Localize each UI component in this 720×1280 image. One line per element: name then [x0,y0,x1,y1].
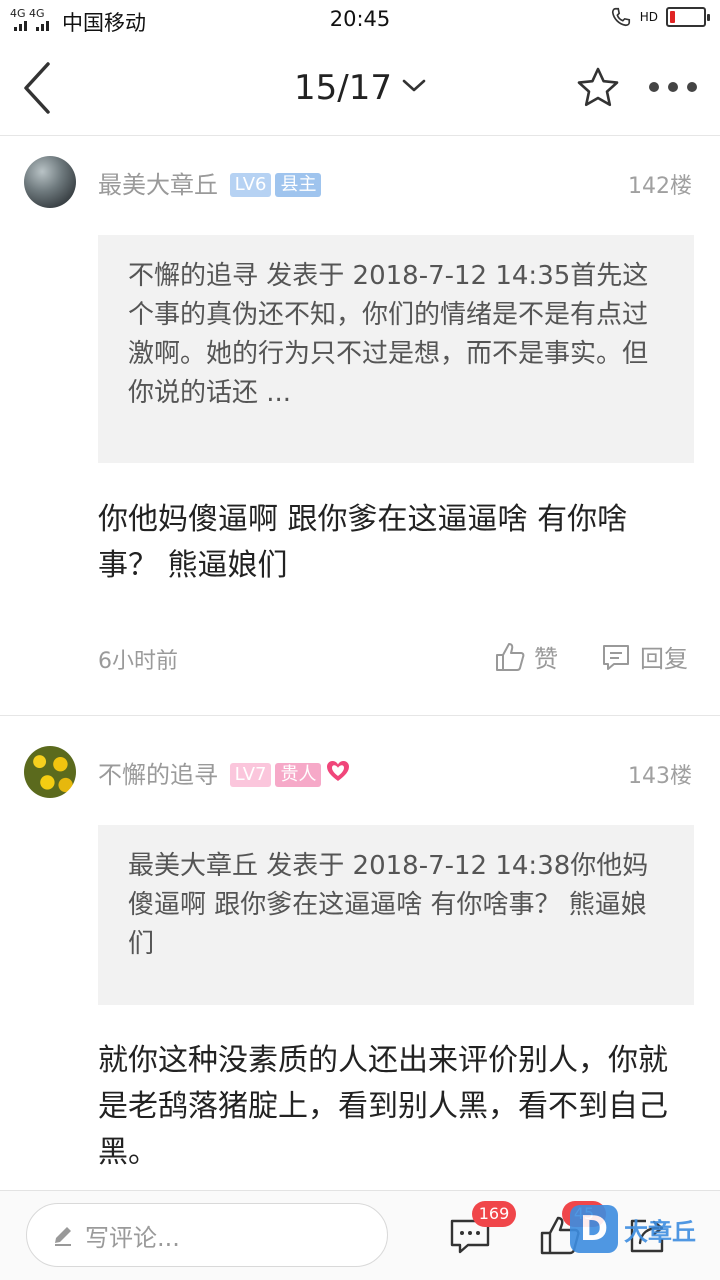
watermark-text: 大章丘 [624,1217,696,1246]
floor-number: 142楼 [628,174,692,199]
post-time: 6小时前 [98,649,178,674]
like-button[interactable]: 赞 [494,639,558,674]
post-content: 你他妈傻逼啊 跟你爹在这逼逼啥 有你啥事？ 熊逼娘们 [98,502,628,583]
post-143: 不懈的追寻 LV7 贵人 143楼 最美大章丘 发表于 2018-7-12 14:… [0,716,720,1190]
page-title: 15/17 [294,68,392,108]
heart-icon [327,761,350,781]
avatar[interactable] [24,746,76,798]
like-label: 赞 [534,645,558,673]
hd-indicator: HD [639,10,658,24]
reply-button[interactable]: 回复 [600,639,688,674]
quoted-reply[interactable]: 不懈的追寻 发表于 2018-7-12 14:35首先这个事的真伪还不知，你们的… [98,235,694,463]
chevron-down-icon [402,79,426,91]
thumbs-up-icon [496,642,525,671]
role-badge: 县主 [275,173,322,197]
username[interactable]: 不懈的追寻 [98,761,218,789]
comment-placeholder: 写评论... [85,1223,180,1252]
username[interactable]: 最美大章丘 [98,171,218,199]
post-author: 不懈的追寻 LV7 贵人 [98,755,351,790]
battery-level [670,11,675,23]
level-badge: LV7 [229,763,272,787]
comment-icon [603,644,629,670]
avatar[interactable] [24,156,76,208]
quoted-reply[interactable]: 最美大章丘 发表于 2018-7-12 14:38你他妈傻逼啊 跟你爹在这逼逼啥… [98,825,694,1005]
pencil-icon [55,1227,71,1246]
comment-count-badge: 169 [472,1201,516,1227]
more-dots-icon[interactable] [648,80,698,94]
post-content: 就你这种没素质的人还出来评价别人，你就是老鸹落猪腚上，看到别人黑，看不到自己黑。 [98,1043,668,1170]
nav-bar: 15/17 [0,40,720,136]
watermark: D 大章丘 [570,1205,696,1253]
status-bar: 4G 4G 中国移动 20:45 HD [0,0,720,40]
logo-icon: D [570,1205,618,1253]
star-icon[interactable] [576,66,620,110]
role-badge: 贵人 [275,763,322,787]
call-icon [611,7,630,27]
battery-icon [666,7,710,27]
post-142: 最美大章丘 LV6 县主 142楼 不懈的追寻 发表于 2018-7-12 14:… [0,137,720,715]
bottom-bar: 写评论... 169 45 D 大章丘 [0,1190,720,1280]
post-author: 最美大章丘 LV6 县主 [98,165,322,200]
floor-number: 143楼 [628,764,692,789]
comment-input[interactable]: 写评论... [26,1203,388,1267]
reply-label: 回复 [640,645,688,673]
level-badge: LV6 [229,173,272,197]
